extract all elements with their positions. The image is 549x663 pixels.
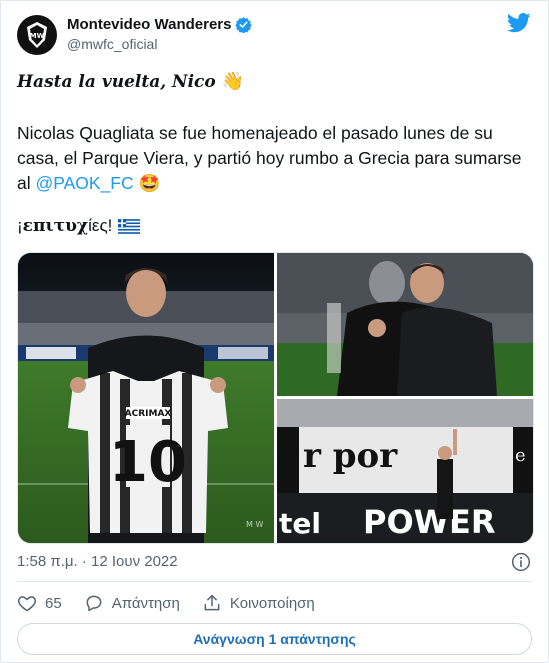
waving-hand-emoji: 👋 <box>221 71 245 92</box>
account-name-row[interactable]: Montevideo Wanderers <box>67 16 253 33</box>
share-icon <box>204 594 220 611</box>
read-replies-button[interactable]: Ανάγνωση 1 απάντησης <box>17 623 532 655</box>
svg-text:10: 10 <box>109 430 187 495</box>
tweet-timestamp[interactable]: 1:58 π.μ. · 12 Ιουν 2022 <box>17 553 178 570</box>
divider-top <box>17 581 532 582</box>
media-photo-1[interactable]: ACRIMAX 10 M W <box>18 253 274 543</box>
club-crest-icon: MW <box>27 22 47 48</box>
tweet-media-grid: ACRIMAX 10 M W r por e tel POWER <box>17 252 534 544</box>
tweet-card: MW Montevideo Wanderers @mwfc_oficial Ha… <box>0 0 549 663</box>
reply-bubble-icon <box>86 595 102 612</box>
tweet-body: Nicolas Quagliata se fue homenajeado el … <box>17 121 532 196</box>
tweet-headline: Hasta la vuelta, Nico <box>17 71 216 92</box>
media-photo-2[interactable] <box>277 253 533 396</box>
account-name[interactable]: Montevideo Wanderers <box>67 16 231 33</box>
greece-flag-icon <box>118 218 141 234</box>
twitter-bird-icon[interactable] <box>507 13 531 33</box>
embrace-image <box>277 253 533 396</box>
mention-link[interactable]: @PAOK_FC <box>35 173 133 193</box>
like-button[interactable]: 65 <box>17 593 62 613</box>
svg-text:r por: r por <box>303 436 398 476</box>
verified-badge-icon <box>235 17 253 33</box>
tweet-actions: 65 Απάντηση Κοινοποίηση <box>17 593 337 613</box>
svg-text:tel: tel <box>279 507 321 540</box>
svg-text:e: e <box>515 445 526 466</box>
heart-icon <box>17 596 37 612</box>
svg-text:M W: M W <box>246 520 263 529</box>
account-avatar[interactable]: MW <box>17 15 57 55</box>
star-struck-emoji: 🤩 <box>138 173 161 193</box>
tweet-headline-row: Hasta la vuelta, Nico 👋 <box>17 71 244 92</box>
account-handle[interactable]: @mwfc_oficial <box>67 36 157 52</box>
share-label: Κοινοποίηση <box>229 594 315 612</box>
svg-text:ACRIMAX: ACRIMAX <box>125 409 172 419</box>
tweet-greek-line: ¡επιτυχίες! <box>17 216 141 236</box>
svg-text:MW: MW <box>30 32 45 40</box>
player-with-jersey-image: ACRIMAX 10 M W <box>18 253 274 543</box>
svg-text:POWER: POWER <box>363 503 495 541</box>
like-count: 65 <box>45 594 62 612</box>
reply-label: Απάντηση <box>111 594 180 612</box>
stand-banner-image: r por e tel POWER <box>277 399 533 543</box>
media-photo-3[interactable]: r por e tel POWER <box>277 399 533 543</box>
info-icon[interactable] <box>511 552 531 572</box>
greek-bold: επιτυχ <box>22 216 89 236</box>
reply-button[interactable]: Απάντηση <box>84 593 180 613</box>
greek-suffix: ίες! <box>88 216 113 235</box>
share-button[interactable]: Κοινοποίηση <box>202 593 315 613</box>
